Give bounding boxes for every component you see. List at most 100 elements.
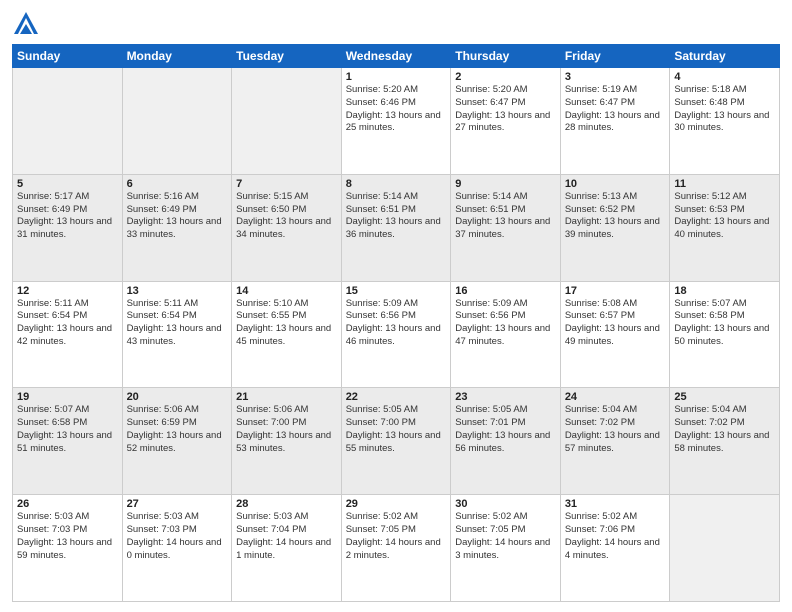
- calendar-cell: 7Sunrise: 5:15 AM Sunset: 6:50 PM Daylig…: [232, 174, 342, 281]
- day-info: Sunrise: 5:20 AM Sunset: 6:46 PM Dayligh…: [346, 84, 447, 135]
- day-info: Sunrise: 5:07 AM Sunset: 6:58 PM Dayligh…: [17, 404, 118, 455]
- calendar-cell: 23Sunrise: 5:05 AM Sunset: 7:01 PM Dayli…: [451, 388, 561, 495]
- calendar-cell: 24Sunrise: 5:04 AM Sunset: 7:02 PM Dayli…: [560, 388, 670, 495]
- day-number: 5: [17, 178, 118, 190]
- calendar-cell: 17Sunrise: 5:08 AM Sunset: 6:57 PM Dayli…: [560, 281, 670, 388]
- day-info: Sunrise: 5:17 AM Sunset: 6:49 PM Dayligh…: [17, 191, 118, 242]
- day-number: 3: [565, 71, 666, 83]
- day-info: Sunrise: 5:03 AM Sunset: 7:03 PM Dayligh…: [127, 511, 228, 562]
- day-number: 1: [346, 71, 447, 83]
- calendar-cell: 29Sunrise: 5:02 AM Sunset: 7:05 PM Dayli…: [341, 495, 451, 602]
- calendar-cell: 9Sunrise: 5:14 AM Sunset: 6:51 PM Daylig…: [451, 174, 561, 281]
- calendar-cell: 15Sunrise: 5:09 AM Sunset: 6:56 PM Dayli…: [341, 281, 451, 388]
- day-info: Sunrise: 5:02 AM Sunset: 7:06 PM Dayligh…: [565, 511, 666, 562]
- calendar-cell: 26Sunrise: 5:03 AM Sunset: 7:03 PM Dayli…: [13, 495, 123, 602]
- calendar-cell: 1Sunrise: 5:20 AM Sunset: 6:46 PM Daylig…: [341, 68, 451, 175]
- calendar-cell: 14Sunrise: 5:10 AM Sunset: 6:55 PM Dayli…: [232, 281, 342, 388]
- day-info: Sunrise: 5:10 AM Sunset: 6:55 PM Dayligh…: [236, 298, 337, 349]
- day-info: Sunrise: 5:09 AM Sunset: 6:56 PM Dayligh…: [346, 298, 447, 349]
- weekday-header-sunday: Sunday: [13, 45, 123, 68]
- day-info: Sunrise: 5:13 AM Sunset: 6:52 PM Dayligh…: [565, 191, 666, 242]
- day-number: 8: [346, 178, 447, 190]
- calendar-row-0: 1Sunrise: 5:20 AM Sunset: 6:46 PM Daylig…: [13, 68, 780, 175]
- calendar-cell: 19Sunrise: 5:07 AM Sunset: 6:58 PM Dayli…: [13, 388, 123, 495]
- day-info: Sunrise: 5:09 AM Sunset: 6:56 PM Dayligh…: [455, 298, 556, 349]
- calendar-cell: 12Sunrise: 5:11 AM Sunset: 6:54 PM Dayli…: [13, 281, 123, 388]
- weekday-header-wednesday: Wednesday: [341, 45, 451, 68]
- day-info: Sunrise: 5:06 AM Sunset: 7:00 PM Dayligh…: [236, 404, 337, 455]
- header: [12, 10, 780, 38]
- logo: [12, 10, 44, 38]
- day-number: 22: [346, 391, 447, 403]
- day-info: Sunrise: 5:06 AM Sunset: 6:59 PM Dayligh…: [127, 404, 228, 455]
- calendar-row-4: 26 Sunrise: 5:03 AM Sunset: 7:03 PM Dayli…: [13, 495, 780, 602]
- calendar-cell: 2Sunrise: 5:20 AM Sunset: 6:47 PM Daylig…: [451, 68, 561, 175]
- calendar-cell: 25Sunrise: 5:04 AM Sunset: 7:02 PM Dayli…: [670, 388, 780, 495]
- calendar-cell: [122, 68, 232, 175]
- day-number: 27: [127, 498, 228, 510]
- day-number: 30: [455, 498, 556, 510]
- day-number: 20: [127, 391, 228, 403]
- day-number: 23: [455, 391, 556, 403]
- day-number: 10: [565, 178, 666, 190]
- day-number: 11: [674, 178, 775, 190]
- day-number: 29: [346, 498, 447, 510]
- day-number: 14: [236, 285, 337, 297]
- calendar-cell: 28Sunrise: 5:03 AM Sunset: 7:04 PM Dayli…: [232, 495, 342, 602]
- weekday-header-tuesday: Tuesday: [232, 45, 342, 68]
- day-number: 28: [236, 498, 337, 510]
- calendar-table: SundayMondayTuesdayWednesdayThursdayFrid…: [12, 44, 780, 602]
- calendar-row-1: 5Sunrise: 5:17 AM Sunset: 6:49 PM Daylig…: [13, 174, 780, 281]
- calendar-cell: 21Sunrise: 5:06 AM Sunset: 7:00 PM Dayli…: [232, 388, 342, 495]
- day-info: Sunrise: 5:11 AM Sunset: 6:54 PM Dayligh…: [127, 298, 228, 349]
- day-number: 2: [455, 71, 556, 83]
- day-info: Sunrise: 5:15 AM Sunset: 6:50 PM Dayligh…: [236, 191, 337, 242]
- day-number: 7: [236, 178, 337, 190]
- day-number: 12: [17, 285, 118, 297]
- calendar-cell: 16Sunrise: 5:09 AM Sunset: 6:56 PM Dayli…: [451, 281, 561, 388]
- calendar-cell: 20Sunrise: 5:06 AM Sunset: 6:59 PM Dayli…: [122, 388, 232, 495]
- day-number: 19: [17, 391, 118, 403]
- day-info: Sunrise: 5:05 AM Sunset: 7:00 PM Dayligh…: [346, 404, 447, 455]
- day-info: Sunrise: 5:04 AM Sunset: 7:02 PM Dayligh…: [674, 404, 775, 455]
- calendar-cell: 6Sunrise: 5:16 AM Sunset: 6:49 PM Daylig…: [122, 174, 232, 281]
- day-info: Sunrise: 5:14 AM Sunset: 6:51 PM Dayligh…: [346, 191, 447, 242]
- weekday-header-thursday: Thursday: [451, 45, 561, 68]
- day-number: 9: [455, 178, 556, 190]
- page: SundayMondayTuesdayWednesdayThursdayFrid…: [0, 0, 792, 612]
- calendar-cell: 30Sunrise: 5:02 AM Sunset: 7:05 PM Dayli…: [451, 495, 561, 602]
- day-info: Sunrise: 5:07 AM Sunset: 6:58 PM Dayligh…: [674, 298, 775, 349]
- weekday-header-saturday: Saturday: [670, 45, 780, 68]
- day-number: 24: [565, 391, 666, 403]
- calendar-cell: 31Sunrise: 5:02 AM Sunset: 7:06 PM Dayli…: [560, 495, 670, 602]
- day-number: 21: [236, 391, 337, 403]
- day-info: Sunrise: 5:19 AM Sunset: 6:47 PM Dayligh…: [565, 84, 666, 135]
- logo-icon: [12, 10, 40, 38]
- calendar-cell: 22Sunrise: 5:05 AM Sunset: 7:00 PM Dayli…: [341, 388, 451, 495]
- day-info: Sunrise: 5:11 AM Sunset: 6:54 PM Dayligh…: [17, 298, 118, 349]
- day-info: Sunrise: 5:02 AM Sunset: 7:05 PM Dayligh…: [455, 511, 556, 562]
- day-info: Sunrise: 5:18 AM Sunset: 6:48 PM Dayligh…: [674, 84, 775, 135]
- calendar-cell: 3Sunrise: 5:19 AM Sunset: 6:47 PM Daylig…: [560, 68, 670, 175]
- calendar-cell: 27Sunrise: 5:03 AM Sunset: 7:03 PM Dayli…: [122, 495, 232, 602]
- calendar-cell: 5Sunrise: 5:17 AM Sunset: 6:49 PM Daylig…: [13, 174, 123, 281]
- day-number: 31: [565, 498, 666, 510]
- calendar-cell: 8Sunrise: 5:14 AM Sunset: 6:51 PM Daylig…: [341, 174, 451, 281]
- calendar-cell: 4Sunrise: 5:18 AM Sunset: 6:48 PM Daylig…: [670, 68, 780, 175]
- day-info: Sunrise: 5:16 AM Sunset: 6:49 PM Dayligh…: [127, 191, 228, 242]
- calendar-cell: 11Sunrise: 5:12 AM Sunset: 6:53 PM Dayli…: [670, 174, 780, 281]
- day-number: 18: [674, 285, 775, 297]
- day-number: 17: [565, 285, 666, 297]
- day-number: 26: [17, 498, 118, 510]
- day-number: 25: [674, 391, 775, 403]
- day-info: Sunrise: 5:02 AM Sunset: 7:05 PM Dayligh…: [346, 511, 447, 562]
- day-info: Sunrise: 5:05 AM Sunset: 7:01 PM Dayligh…: [455, 404, 556, 455]
- day-info: Sunrise: 5:04 AM Sunset: 7:02 PM Dayligh…: [565, 404, 666, 455]
- calendar-cell: 13Sunrise: 5:11 AM Sunset: 6:54 PM Dayli…: [122, 281, 232, 388]
- day-number: 13: [127, 285, 228, 297]
- day-info: Sunrise: 5:20 AM Sunset: 6:47 PM Dayligh…: [455, 84, 556, 135]
- day-info: Sunrise: 5:08 AM Sunset: 6:57 PM Dayligh…: [565, 298, 666, 349]
- calendar-cell: 18Sunrise: 5:07 AM Sunset: 6:58 PM Dayli…: [670, 281, 780, 388]
- day-number: 16: [455, 285, 556, 297]
- day-number: 4: [674, 71, 775, 83]
